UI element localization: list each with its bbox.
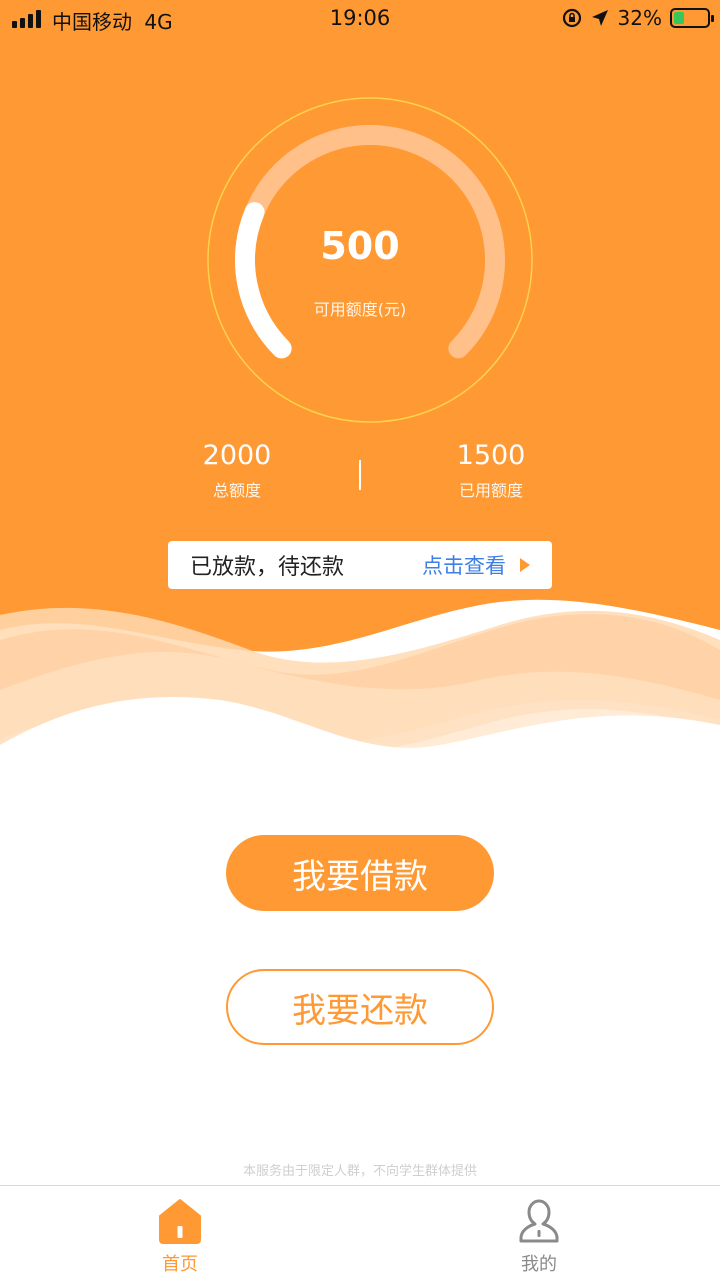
battery-level-fill bbox=[674, 12, 684, 24]
total-credit-label: 总额度 bbox=[212, 481, 261, 500]
tab-mine-label: 我的 bbox=[521, 1254, 557, 1275]
loan-status-text: 已放款，待还款 bbox=[190, 555, 345, 580]
bottom-tab-bar: 首页 我的 bbox=[0, 1185, 720, 1280]
play-arrow-icon bbox=[520, 558, 530, 572]
available-credit-value: 500 bbox=[320, 224, 400, 268]
header: 中国移动 4G 19:06 32% 500 可用额度(元) 2000 总额度 1… bbox=[0, 0, 720, 780]
total-credit: 2000 总额度 bbox=[137, 440, 337, 501]
repay-button[interactable]: 我要还款 bbox=[226, 969, 494, 1045]
total-credit-value: 2000 bbox=[202, 440, 272, 471]
view-details-label: 点击查看 bbox=[422, 554, 506, 578]
borrow-button[interactable]: 我要借款 bbox=[226, 835, 494, 911]
loan-status-notice[interactable]: 已放款，待还款 点击查看 bbox=[168, 541, 552, 589]
service-disclaimer: 本服务由于限定人群，不向学生群体提供 bbox=[242, 1164, 477, 1179]
tab-home-label: 首页 bbox=[162, 1254, 198, 1275]
tab-home[interactable]: 首页 bbox=[120, 1198, 240, 1276]
user-icon bbox=[519, 1199, 559, 1243]
battery-icon bbox=[670, 8, 714, 28]
available-credit-label: 可用额度(元) bbox=[313, 300, 407, 319]
location-arrow-icon bbox=[591, 10, 608, 26]
used-credit-label: 已用额度 bbox=[458, 481, 523, 500]
tab-mine[interactable]: 我的 bbox=[479, 1198, 599, 1276]
rotation-lock-icon bbox=[562, 8, 581, 28]
battery-percent: 32% bbox=[617, 6, 662, 30]
status-bar: 中国移动 4G 19:06 32% bbox=[0, 0, 720, 40]
used-credit: 1500 已用额度 bbox=[391, 440, 591, 501]
stat-divider bbox=[359, 460, 361, 490]
used-credit-value: 1500 bbox=[456, 440, 526, 471]
view-details-link[interactable]: 点击查看 bbox=[422, 550, 530, 580]
status-right-group: 32% bbox=[562, 6, 714, 30]
home-icon bbox=[159, 1199, 201, 1244]
